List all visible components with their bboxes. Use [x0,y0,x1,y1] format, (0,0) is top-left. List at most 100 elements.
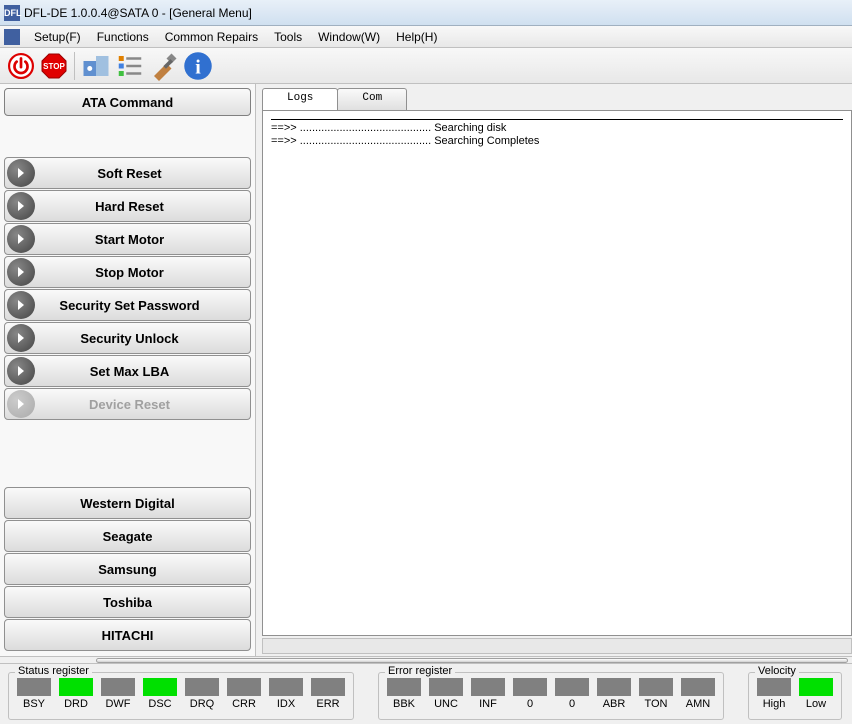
disk-tool-button[interactable] [81,51,111,81]
power-button[interactable] [6,51,36,81]
status-bit-dwf: DWF [101,678,135,710]
tab-logs[interactable]: Logs [262,88,338,110]
list-tool-button[interactable] [115,51,145,81]
ata-command-label: ATA Command [82,95,173,110]
command-start-motor[interactable]: Start Motor [4,223,251,255]
status-bit-indicator [185,678,219,696]
titlebar: DFL DFL-DE 1.0.0.4@SATA 0 - [General Men… [0,0,852,26]
status-bit-label: DWF [105,698,130,710]
error-bit-indicator [513,678,547,696]
log-divider [271,119,843,120]
velocity-group: Velocity HighLow [748,672,842,720]
error-bit-0: 0 [513,678,547,710]
velocity-bit-low: Low [799,678,833,710]
error-bit-bbk: BBK [387,678,421,710]
settings-tool-button[interactable] [149,51,179,81]
error-bit-indicator [429,678,463,696]
status-bit-drd: DRD [59,678,93,710]
arrow-right-icon [7,258,35,286]
horizontal-scrollbar[interactable] [262,638,852,654]
info-icon: i [183,51,213,81]
menu-help[interactable]: Help(H) [388,27,445,47]
status-bit-bsy: BSY [17,678,51,710]
command-label: Device Reset [37,397,250,412]
status-bit-label: ERR [316,698,339,710]
log-line: ==>> ...................................… [271,135,843,148]
command-set-max-lba[interactable]: Set Max LBA [4,355,251,387]
command-device-reset: Device Reset [4,388,251,420]
log-area[interactable]: ==>> ...................................… [262,110,852,636]
status-bit-indicator [17,678,51,696]
error-bit-0: 0 [555,678,589,710]
velocity-label: Velocity [755,665,799,677]
vendor-western-digital[interactable]: Western Digital [4,487,251,519]
log-line: ==>> ...................................… [271,122,843,135]
tabs: Logs Com [262,88,852,110]
menubar-icon [4,29,20,45]
command-stop-motor[interactable]: Stop Motor [4,256,251,288]
command-hard-reset[interactable]: Hard Reset [4,190,251,222]
error-bit-indicator [555,678,589,696]
window-title: DFL-DE 1.0.0.4@SATA 0 - [General Menu] [24,6,252,20]
error-bit-indicator [681,678,715,696]
command-soft-reset[interactable]: Soft Reset [4,157,251,189]
error-bit-unc: UNC [429,678,463,710]
error-bit-inf: INF [471,678,505,710]
error-bit-label: TON [644,698,667,710]
tab-com[interactable]: Com [337,88,407,110]
arrow-right-icon [7,291,35,319]
vendor-seagate[interactable]: Seagate [4,520,251,552]
vendor-hitachi[interactable]: HITACHI [4,619,251,651]
main-area: ATA Command Soft Reset Hard ResetStart Mo… [0,84,852,656]
command-label: Security Set Password [37,298,250,313]
error-bit-label: 0 [527,698,533,710]
command-security-set-password[interactable]: Security Set Password [4,289,251,321]
info-tool-button[interactable]: i [183,51,213,81]
menubar: Setup(F) Functions Common Repairs Tools … [0,26,852,48]
status-bit-indicator [59,678,93,696]
status-area: Status register BSY DRD DWF DSC DRQ CRR IDX ERR… [0,664,852,722]
separator-handle[interactable] [96,658,848,663]
svg-text:STOP: STOP [43,62,65,71]
menu-common-repairs[interactable]: Common Repairs [157,27,266,47]
velocity-bit-indicator [757,678,791,696]
status-bit-label: IDX [277,698,295,710]
command-list: Soft Reset Hard ResetStart MotorStop Moto… [0,156,255,421]
status-bit-crr: CRR [227,678,261,710]
menu-window[interactable]: Window(W) [310,27,388,47]
error-bit-label: ABR [603,698,626,710]
velocity-bit-label: Low [806,698,826,710]
error-bit-indicator [639,678,673,696]
menu-setup[interactable]: Setup(F) [26,27,89,47]
right-panel: Logs Com ==>> ..........................… [256,84,852,656]
vendor-samsung[interactable]: Samsung [4,553,251,585]
status-bit-label: DSC [148,698,171,710]
status-bit-label: DRD [64,698,88,710]
velocity-bit-indicator [799,678,833,696]
error-bit-label: BBK [393,698,415,710]
status-register-label: Status register [15,665,92,677]
error-register-label: Error register [385,665,455,677]
vendor-toshiba[interactable]: Toshiba [4,586,251,618]
error-bit-label: INF [479,698,497,710]
status-bit-dsc: DSC [143,678,177,710]
tools-icon [149,51,179,81]
command-label: Security Unlock [37,331,250,346]
error-bit-indicator [387,678,421,696]
arrow-right-icon [7,357,35,385]
power-icon [8,53,34,79]
arrow-right-icon [7,192,35,220]
separator [0,656,852,664]
command-label: Soft Reset [37,166,250,181]
status-bit-label: BSY [23,698,45,710]
arrow-right-icon [7,159,35,187]
menu-tools[interactable]: Tools [266,27,310,47]
status-bit-label: DRQ [190,698,214,710]
ata-command-button[interactable]: ATA Command [4,88,251,116]
stop-button[interactable]: STOP [40,52,68,80]
command-security-unlock[interactable]: Security Unlock [4,322,251,354]
error-bit-ton: TON [639,678,673,710]
status-register-group: Status register BSYDRDDWFDSCDRQCRRIDXERR [8,672,354,720]
error-bit-indicator [597,678,631,696]
menu-functions[interactable]: Functions [89,27,157,47]
